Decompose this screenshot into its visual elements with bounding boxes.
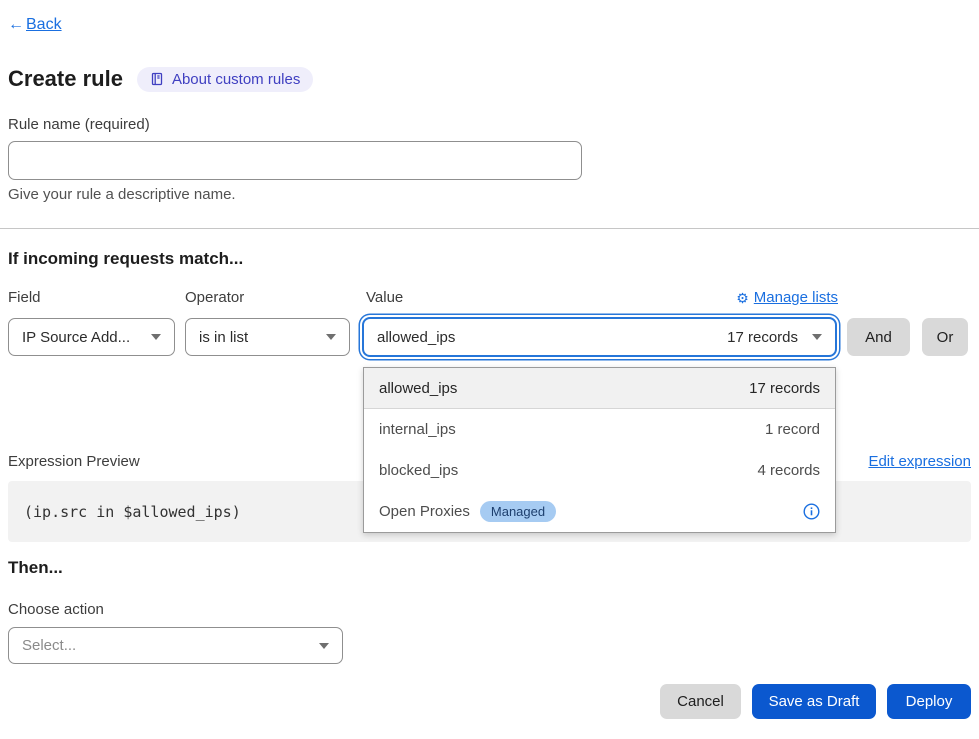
operator-label: Operator [185,289,244,306]
option-count: 1 record [765,421,820,438]
action-select-placeholder: Select... [22,637,76,654]
dropdown-option-open-proxies[interactable]: Open Proxies Managed [364,491,835,532]
back-label: Back [26,16,62,34]
dropdown-option-blocked-ips[interactable]: blocked_ips 4 records [364,450,835,491]
option-count: 17 records [749,380,820,397]
operator-select[interactable]: is in list [185,318,350,356]
choose-action-label: Choose action [8,601,104,618]
value-select-count: 17 records [727,329,798,346]
dropdown-option-allowed-ips[interactable]: allowed_ips 17 records [364,368,835,409]
back-link[interactable]: ← Back [8,16,62,34]
cancel-button[interactable]: Cancel [660,684,741,719]
section-divider [0,228,979,229]
field-select-value: IP Source Add... [22,329,130,346]
manage-lists-link[interactable]: ⚙ Manage lists [736,289,838,306]
info-icon[interactable] [803,503,820,520]
action-select[interactable]: Select... [8,627,343,664]
edit-expression-link[interactable]: Edit expression [868,453,971,470]
rule-name-input[interactable] [8,141,582,180]
deploy-button[interactable]: Deploy [887,684,971,719]
option-name: allowed_ips [379,380,457,397]
expression-preview-label: Expression Preview [8,453,140,470]
managed-badge: Managed [480,501,556,522]
option-count: 4 records [757,462,820,479]
about-custom-rules-label: About custom rules [172,71,300,88]
title-row: Create rule About custom rules [8,66,313,92]
rule-name-helper-text: Give your rule a descriptive name. [8,186,236,203]
rule-name-label: Rule name (required) [8,116,150,133]
then-section-heading: Then... [8,558,63,578]
and-button[interactable]: And [847,318,910,356]
expression-code: (ip.src in $allowed_ips) [24,503,241,521]
operator-select-value: is in list [199,329,248,346]
value-select-name: allowed_ips [377,329,455,346]
save-as-draft-button[interactable]: Save as Draft [752,684,876,719]
chevron-down-icon [151,334,161,340]
match-section-heading: If incoming requests match... [8,249,243,269]
manage-lists-label: Manage lists [754,289,838,306]
chevron-down-icon [319,643,329,649]
value-label: Value [366,289,403,306]
about-custom-rules-link[interactable]: About custom rules [137,67,313,92]
chevron-down-icon [326,334,336,340]
value-select[interactable]: allowed_ips 17 records [363,318,836,356]
dropdown-option-internal-ips[interactable]: internal_ips 1 record [364,409,835,450]
option-name: Open Proxies [379,503,470,520]
option-name: internal_ips [379,421,456,438]
option-name: blocked_ips [379,462,458,479]
field-label: Field [8,289,41,306]
or-button[interactable]: Or [922,318,968,356]
value-dropdown-menu: allowed_ips 17 records internal_ips 1 re… [363,367,836,533]
field-select[interactable]: IP Source Add... [8,318,175,356]
gear-icon: ⚙ [736,291,749,305]
page-title: Create rule [8,66,123,92]
chevron-down-icon [812,334,822,340]
back-arrow-icon: ← [8,16,24,34]
book-icon [150,72,164,86]
